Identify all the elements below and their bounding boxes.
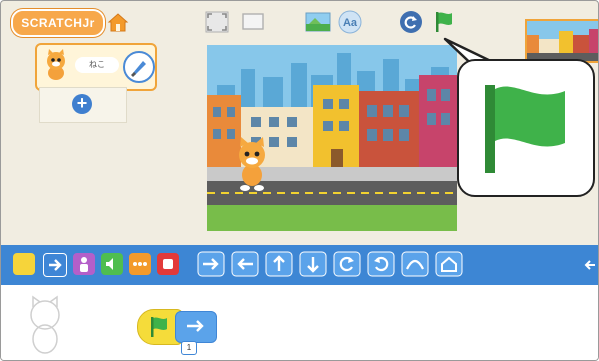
text-icon[interactable]: Aa: [338, 10, 362, 34]
sound-category-icon[interactable]: [101, 253, 123, 275]
full-screen-icon[interactable]: [205, 11, 229, 33]
turn-right-block[interactable]: [333, 251, 361, 277]
cat-sprite[interactable]: [233, 137, 271, 191]
stage[interactable]: [207, 45, 457, 231]
scroll-arrow-icon[interactable]: [583, 257, 597, 273]
move-up-block[interactable]: [265, 251, 293, 277]
add-sprite-slot: +: [39, 87, 127, 123]
go-home-block[interactable]: [435, 251, 463, 277]
move-right-block[interactable]: [197, 251, 225, 277]
motion-category-icon[interactable]: [43, 253, 67, 277]
control-category-icon[interactable]: [129, 253, 151, 275]
zoomed-green-flag-callout: [457, 59, 595, 197]
scratchjr-logo: SCRATCHJr: [11, 9, 105, 37]
cat-sprite-watermark: [30, 295, 60, 354]
turn-left-block[interactable]: [367, 251, 395, 277]
top-bar: SCRATCHJr Aa: [1, 1, 598, 45]
block-palette: [1, 245, 598, 285]
svg-text:Aa: Aa: [343, 17, 358, 29]
paint-editor-button[interactable]: [123, 51, 155, 83]
green-flag-icon: [151, 317, 167, 337]
block-parameter[interactable]: 1: [181, 341, 197, 355]
end-category-icon[interactable]: [157, 253, 179, 275]
green-flag-icon: [485, 85, 565, 173]
reset-icon[interactable]: [399, 10, 423, 34]
hop-block[interactable]: [401, 251, 429, 277]
background-icon[interactable]: [305, 11, 331, 33]
move-left-block[interactable]: [231, 251, 259, 277]
green-flag-icon[interactable]: [433, 10, 455, 34]
arrow-right-icon: [187, 320, 204, 332]
sprite-name-label: ねこ: [75, 57, 119, 73]
paintbrush-icon: [131, 61, 146, 77]
add-sprite-button[interactable]: +: [72, 94, 92, 114]
looks-category-icon[interactable]: [73, 253, 95, 275]
move-right-block-in-script[interactable]: [175, 311, 217, 343]
triggering-category-icon[interactable]: [13, 253, 35, 275]
app-window: SCRATCHJr Aa ねこ + 1: [0, 0, 599, 361]
sprite-card[interactable]: ねこ: [35, 43, 157, 91]
presentation-icon[interactable]: [241, 11, 265, 33]
script-area[interactable]: 1: [1, 285, 598, 360]
page-thumbnail[interactable]: [525, 19, 598, 63]
move-down-block[interactable]: [299, 251, 327, 277]
page-thumbnail-image: [527, 21, 598, 61]
cat-sprite-thumbnail: [47, 49, 65, 80]
home-icon[interactable]: [107, 11, 129, 33]
